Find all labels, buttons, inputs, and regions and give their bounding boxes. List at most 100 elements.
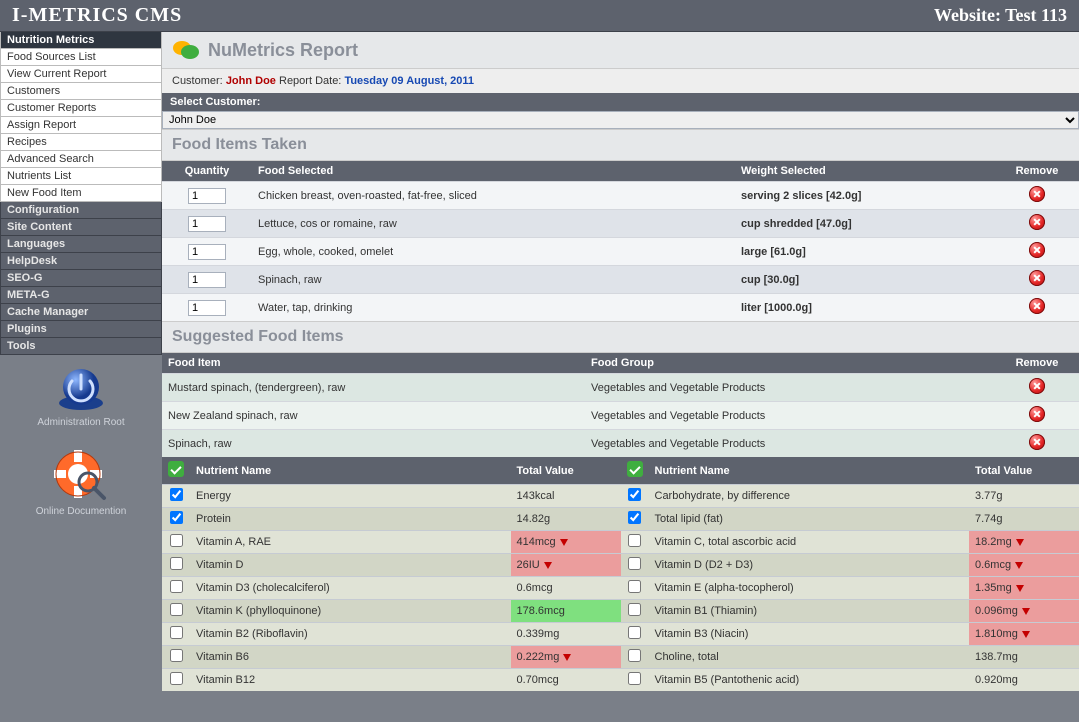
sidebar-item[interactable]: New Food Item xyxy=(0,185,162,202)
select-customer-label: Select Customer: xyxy=(162,93,1079,111)
food-selected: Lettuce, cos or romaine, raw xyxy=(252,210,735,238)
quantity-input[interactable] xyxy=(188,244,226,260)
nutrient-checkbox[interactable] xyxy=(628,534,641,547)
nutrient-value: 143kcal xyxy=(511,485,621,508)
sidebar-item[interactable]: Advanced Search xyxy=(0,151,162,168)
sidebar-group[interactable]: Languages xyxy=(0,236,162,253)
remove-button[interactable] xyxy=(1029,186,1045,202)
sidebar: Nutrition Metrics Food Sources ListView … xyxy=(0,32,162,691)
nutrient-checkbox[interactable] xyxy=(170,557,183,570)
nutrient-value: 178.6mcg xyxy=(511,600,621,623)
lifebuoy-icon[interactable] xyxy=(52,448,110,502)
sidebar-item[interactable]: Recipes xyxy=(0,134,162,151)
table-row: Vitamin B120.70mcg xyxy=(162,669,621,692)
nutrient-value: 0.096mg xyxy=(969,600,1079,623)
arrow-down-icon xyxy=(544,562,552,569)
quantity-input[interactable] xyxy=(188,188,226,204)
quantity-input[interactable] xyxy=(188,272,226,288)
quantity-input[interactable] xyxy=(188,300,226,316)
nutrient-name: Vitamin K (phylloquinone) xyxy=(190,600,511,623)
nutrient-checkbox[interactable] xyxy=(170,672,183,685)
food-selected: Egg, whole, cooked, omelet xyxy=(252,238,735,266)
remove-button[interactable] xyxy=(1029,270,1045,286)
main: NuMetrics Report Customer: John Doe Repo… xyxy=(162,32,1079,691)
nutrient-name: Vitamin B6 xyxy=(190,646,511,669)
arrow-down-icon xyxy=(1016,539,1024,546)
nutrient-name: Vitamin B3 (Niacin) xyxy=(649,623,970,646)
check-all-icon[interactable] xyxy=(168,461,184,477)
suggested-group: Vegetables and Vegetable Products xyxy=(585,374,995,402)
quantity-input[interactable] xyxy=(188,216,226,232)
sidebar-group[interactable]: Site Content xyxy=(0,219,162,236)
sidebar-item[interactable]: View Current Report xyxy=(0,66,162,83)
arrow-down-icon xyxy=(560,539,568,546)
power-icon[interactable] xyxy=(52,363,110,413)
sidebar-group[interactable]: SEO-G xyxy=(0,270,162,287)
admin-root-label[interactable]: Administration Root xyxy=(4,417,158,428)
nutrient-name: Carbohydrate, by difference xyxy=(649,485,970,508)
sidebar-item[interactable]: Customer Reports xyxy=(0,100,162,117)
table-row: Egg, whole, cooked, omeletlarge [61.0g] xyxy=(162,238,1079,266)
col-total-value: Total Value xyxy=(511,457,621,485)
sidebar-item[interactable]: Assign Report xyxy=(0,117,162,134)
food-selected: Chicken breast, oven-roasted, fat-free, … xyxy=(252,182,735,210)
remove-button[interactable] xyxy=(1029,434,1045,450)
customer-select[interactable]: John Doe xyxy=(162,111,1079,129)
sidebar-group[interactable]: Cache Manager xyxy=(0,304,162,321)
remove-button[interactable] xyxy=(1029,406,1045,422)
nutrient-name: Vitamin B2 (Riboflavin) xyxy=(190,623,511,646)
col-remove: Remove xyxy=(995,353,1079,374)
check-all-icon[interactable] xyxy=(627,461,643,477)
arrow-down-icon xyxy=(1022,631,1030,638)
chat-bubbles-icon xyxy=(172,38,200,62)
nutrient-checkbox[interactable] xyxy=(628,580,641,593)
remove-button[interactable] xyxy=(1029,214,1045,230)
brand: I-METRICS CMS xyxy=(12,4,182,27)
nutrient-checkbox[interactable] xyxy=(628,672,641,685)
sidebar-item[interactable]: Food Sources List xyxy=(0,49,162,66)
nutrient-checkbox[interactable] xyxy=(170,488,183,501)
nutrient-checkbox[interactable] xyxy=(170,626,183,639)
nutrient-checkbox[interactable] xyxy=(628,557,641,570)
nutrient-checkbox[interactable] xyxy=(628,511,641,524)
nutrient-name: Protein xyxy=(190,508,511,531)
nutrient-checkbox[interactable] xyxy=(628,488,641,501)
sidebar-group[interactable]: Configuration xyxy=(0,202,162,219)
panel-title: NuMetrics Report xyxy=(162,32,1079,69)
suggested-table: Food Item Food Group Remove Mustard spin… xyxy=(162,353,1079,457)
sidebar-group[interactable]: HelpDesk xyxy=(0,253,162,270)
sidebar-group[interactable]: Tools xyxy=(0,338,162,355)
remove-button[interactable] xyxy=(1029,242,1045,258)
col-quantity: Quantity xyxy=(162,161,252,182)
suggested-group: Vegetables and Vegetable Products xyxy=(585,402,995,430)
table-row: Water, tap, drinkingliter [1000.0g] xyxy=(162,294,1079,322)
nutrient-checkbox[interactable] xyxy=(628,649,641,662)
nutrient-value: 138.7mg xyxy=(969,646,1079,669)
nutrient-checkbox[interactable] xyxy=(170,511,183,524)
weight-selected: serving 2 slices [42.0g] xyxy=(735,182,995,210)
remove-button[interactable] xyxy=(1029,298,1045,314)
website-label: Website: Test 113 xyxy=(934,5,1067,26)
table-row: Lettuce, cos or romaine, rawcup shredded… xyxy=(162,210,1079,238)
col-check xyxy=(621,457,649,485)
online-doc-label[interactable]: Online Documention xyxy=(4,506,158,517)
sidebar-group[interactable]: Plugins xyxy=(0,321,162,338)
table-row: Carbohydrate, by difference3.77g xyxy=(621,485,1079,508)
nutrient-checkbox[interactable] xyxy=(628,603,641,616)
customer-name: John Doe xyxy=(226,75,276,87)
food-taken-title: Food Items Taken xyxy=(162,129,1079,161)
sidebar-item[interactable]: Nutrients List xyxy=(0,168,162,185)
nutrient-checkbox[interactable] xyxy=(170,534,183,547)
sidebar-group[interactable]: META-G xyxy=(0,287,162,304)
nutrient-checkbox[interactable] xyxy=(170,580,183,593)
table-row: Vitamin B3 (Niacin)1.810mg xyxy=(621,623,1079,646)
nutrient-checkbox[interactable] xyxy=(170,603,183,616)
nutrient-value: 1.810mg xyxy=(969,623,1079,646)
nutrient-checkbox[interactable] xyxy=(628,626,641,639)
sidebar-item[interactable]: Customers xyxy=(0,83,162,100)
col-remove: Remove xyxy=(995,161,1079,182)
arrow-down-icon xyxy=(1015,562,1023,569)
sidebar-item-nutrition-metrics[interactable]: Nutrition Metrics xyxy=(0,32,162,49)
remove-button[interactable] xyxy=(1029,378,1045,394)
nutrient-checkbox[interactable] xyxy=(170,649,183,662)
